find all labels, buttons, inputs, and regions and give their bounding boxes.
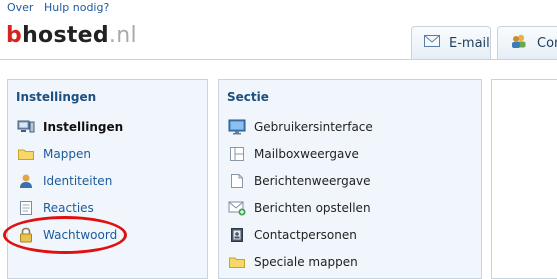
sidebar-item-label: Identiteiten [43, 174, 113, 188]
logo: bhosted.nl [6, 21, 137, 51]
section-item-label: Contactpersonen [254, 228, 357, 242]
section-item-speciale-mappen[interactable]: Speciale mappen [227, 252, 358, 272]
page-icon [227, 173, 247, 189]
sidebar-item-label: Instellingen [43, 120, 124, 134]
section-item-berichten-opstellen[interactable]: Berichten opstellen [227, 198, 371, 218]
logo-nl: .nl [108, 23, 137, 48]
addressbook-icon [227, 227, 247, 243]
layout-icon [227, 146, 247, 162]
sidebar-item-reacties[interactable]: Reacties [16, 198, 94, 218]
tab-email[interactable]: E-mail [411, 26, 491, 59]
envelope-icon [424, 35, 440, 51]
tab-contacts[interactable]: Cont [497, 26, 557, 59]
sidebar-item-label: Reacties [43, 201, 94, 215]
contacts-icon [510, 33, 528, 53]
user-icon [16, 173, 36, 189]
logo-b: b [6, 23, 23, 48]
highlight-ring [3, 216, 127, 254]
section-item-label: Berichten opstellen [254, 201, 371, 215]
top-links: Over Hulp nodig? [7, 1, 116, 14]
folder-icon [227, 254, 247, 270]
section-item-label: Speciale mappen [254, 255, 358, 269]
section-item-label: Gebruikersinterface [254, 120, 373, 134]
folder-icon [16, 146, 36, 162]
section-item-berichtenweergave[interactable]: Berichtenweergave [227, 171, 371, 191]
section-item-gebruikersinterface[interactable]: Gebruikersinterface [227, 117, 373, 137]
section-item-contactpersonen[interactable]: Contactpersonen [227, 225, 357, 245]
section-panel: Sectie Gebruikersinterface Mailboxweerga… [218, 79, 482, 279]
content-panel [491, 79, 557, 279]
over-link[interactable]: Over [7, 1, 33, 14]
sidebar-item-mappen[interactable]: Mappen [16, 144, 91, 164]
section-item-label: Berichtenweergave [254, 174, 371, 188]
computer-icon [16, 119, 36, 135]
section-item-label: Mailboxweergave [254, 147, 359, 161]
help-link[interactable]: Hulp nodig? [44, 1, 109, 14]
monitor-icon [227, 119, 247, 135]
document-icon [16, 200, 36, 216]
tab-contacts-label: Cont [537, 35, 557, 51]
sidebar-item-identiteiten[interactable]: Identiteiten [16, 171, 112, 191]
tab-email-label: E-mail [449, 35, 490, 51]
sidebar-item-instellingen[interactable]: Instellingen [16, 117, 123, 137]
compose-icon [227, 200, 247, 216]
settings-panel-title: Instellingen [16, 90, 97, 104]
logo-hosted: hosted [22, 23, 109, 48]
section-item-mailboxweergave[interactable]: Mailboxweergave [227, 144, 359, 164]
section-panel-title: Sectie [227, 90, 269, 104]
header-divider [0, 59, 557, 60]
sidebar-item-label: Mappen [43, 147, 91, 161]
